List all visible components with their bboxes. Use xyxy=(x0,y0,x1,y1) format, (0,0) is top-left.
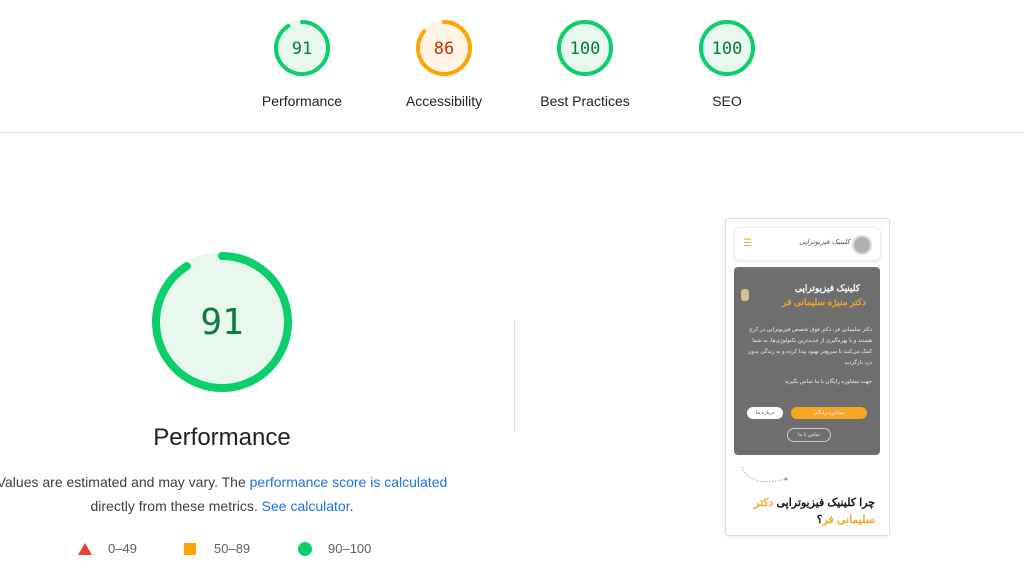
section-divider xyxy=(514,320,515,432)
gauge-best-practices[interactable]: 100 Best Practices xyxy=(525,18,645,109)
category-gauges-bar: 91 Performance 86 Accessibility 100 Best… xyxy=(0,0,1024,133)
gauge-seo[interactable]: 100 SEO xyxy=(667,18,787,109)
legend-fail-range: 0–49 xyxy=(108,541,137,557)
about-us-button: درباره ما xyxy=(747,407,783,419)
legend-average-range: 50–89 xyxy=(214,541,251,557)
gauge-performance-label: Performance xyxy=(261,93,343,109)
gauge-performance[interactable]: 91 Performance xyxy=(242,18,362,109)
gauge-accessibility-score: 86 xyxy=(434,39,454,59)
performance-title: Performance xyxy=(153,424,291,451)
gauge-seo-label: SEO xyxy=(712,93,742,109)
gauge-accessibility[interactable]: 86 Accessibility xyxy=(384,18,504,109)
site-logo-icon xyxy=(852,235,872,255)
desc-text-1: Values are estimated and may vary. The xyxy=(0,474,250,490)
gauge-best-practices-label: Best Practices xyxy=(540,93,630,109)
see-calculator-link[interactable]: See calculator xyxy=(262,498,350,514)
desc-text-3: . xyxy=(349,498,354,514)
desc-text-2: directly from these metrics. xyxy=(90,498,262,514)
performance-score-gauge: 91 xyxy=(152,252,292,392)
why-clinic-text-1: چرا کلینیک فیزیوتراپی xyxy=(773,497,875,509)
legend-pass: 90–100 xyxy=(298,540,371,556)
site-header: ☰ کلینیک فیزیوتراپی xyxy=(734,227,881,261)
gauge-best-practices-ring: 100 xyxy=(557,20,613,76)
hero-title: کلینیک فیزیوتراپی xyxy=(794,283,860,293)
gauge-seo-ring: 100 xyxy=(699,20,755,76)
gauge-performance-ring: 91 xyxy=(274,20,330,76)
gauge-seo-score: 100 xyxy=(712,39,743,59)
why-clinic-heading: چرا کلینیک فیزیوتراپی دکتر سلیمانی فر؟ xyxy=(745,495,875,529)
site-logo-text: کلینیک فیزیوتراپی xyxy=(799,238,850,246)
hero-text-cta: جهت مشاوره رایگان با ما تماس بگیرید xyxy=(784,379,872,385)
free-consult-button: مشاوره رایگان xyxy=(791,407,867,419)
fail-triangle-icon xyxy=(78,542,92,555)
contact-us-button: تماس با ما xyxy=(787,428,831,442)
legend-pass-range: 90–100 xyxy=(328,541,372,557)
performance-description: Values are estimated and may vary. The p… xyxy=(0,470,448,518)
final-screenshot-thumbnail[interactable]: ☰ کلینیک فیزیوتراپی کلینیک فیزیوتراپی دک… xyxy=(725,218,890,536)
average-square-icon xyxy=(184,542,196,555)
pass-circle-icon xyxy=(298,541,312,556)
hero-text: دکتر سلیمانی فر، دکتر فوق تخصص فیزیوتراپ… xyxy=(747,327,872,366)
legend-average: 50–89 xyxy=(184,540,250,556)
hero-section: کلینیک فیزیوتراپی دکتر منیژه سلیمانی فر … xyxy=(734,267,880,455)
gauge-accessibility-ring: 86 xyxy=(416,20,472,76)
hero-subtitle: دکتر منیژه سلیمانی فر xyxy=(782,297,866,307)
performance-score-link[interactable]: performance score is calculated xyxy=(250,474,448,490)
hero-brand-icon xyxy=(741,289,749,301)
gauge-best-practices-score: 100 xyxy=(570,39,601,59)
gauge-performance-score: 91 xyxy=(292,39,312,59)
legend-fail: 0–49 xyxy=(78,540,137,556)
gauge-accessibility-label: Accessibility xyxy=(405,93,483,109)
menu-icon: ☰ xyxy=(743,238,752,249)
decorative-curve-icon xyxy=(741,466,788,483)
performance-score-value: 91 xyxy=(200,302,243,343)
